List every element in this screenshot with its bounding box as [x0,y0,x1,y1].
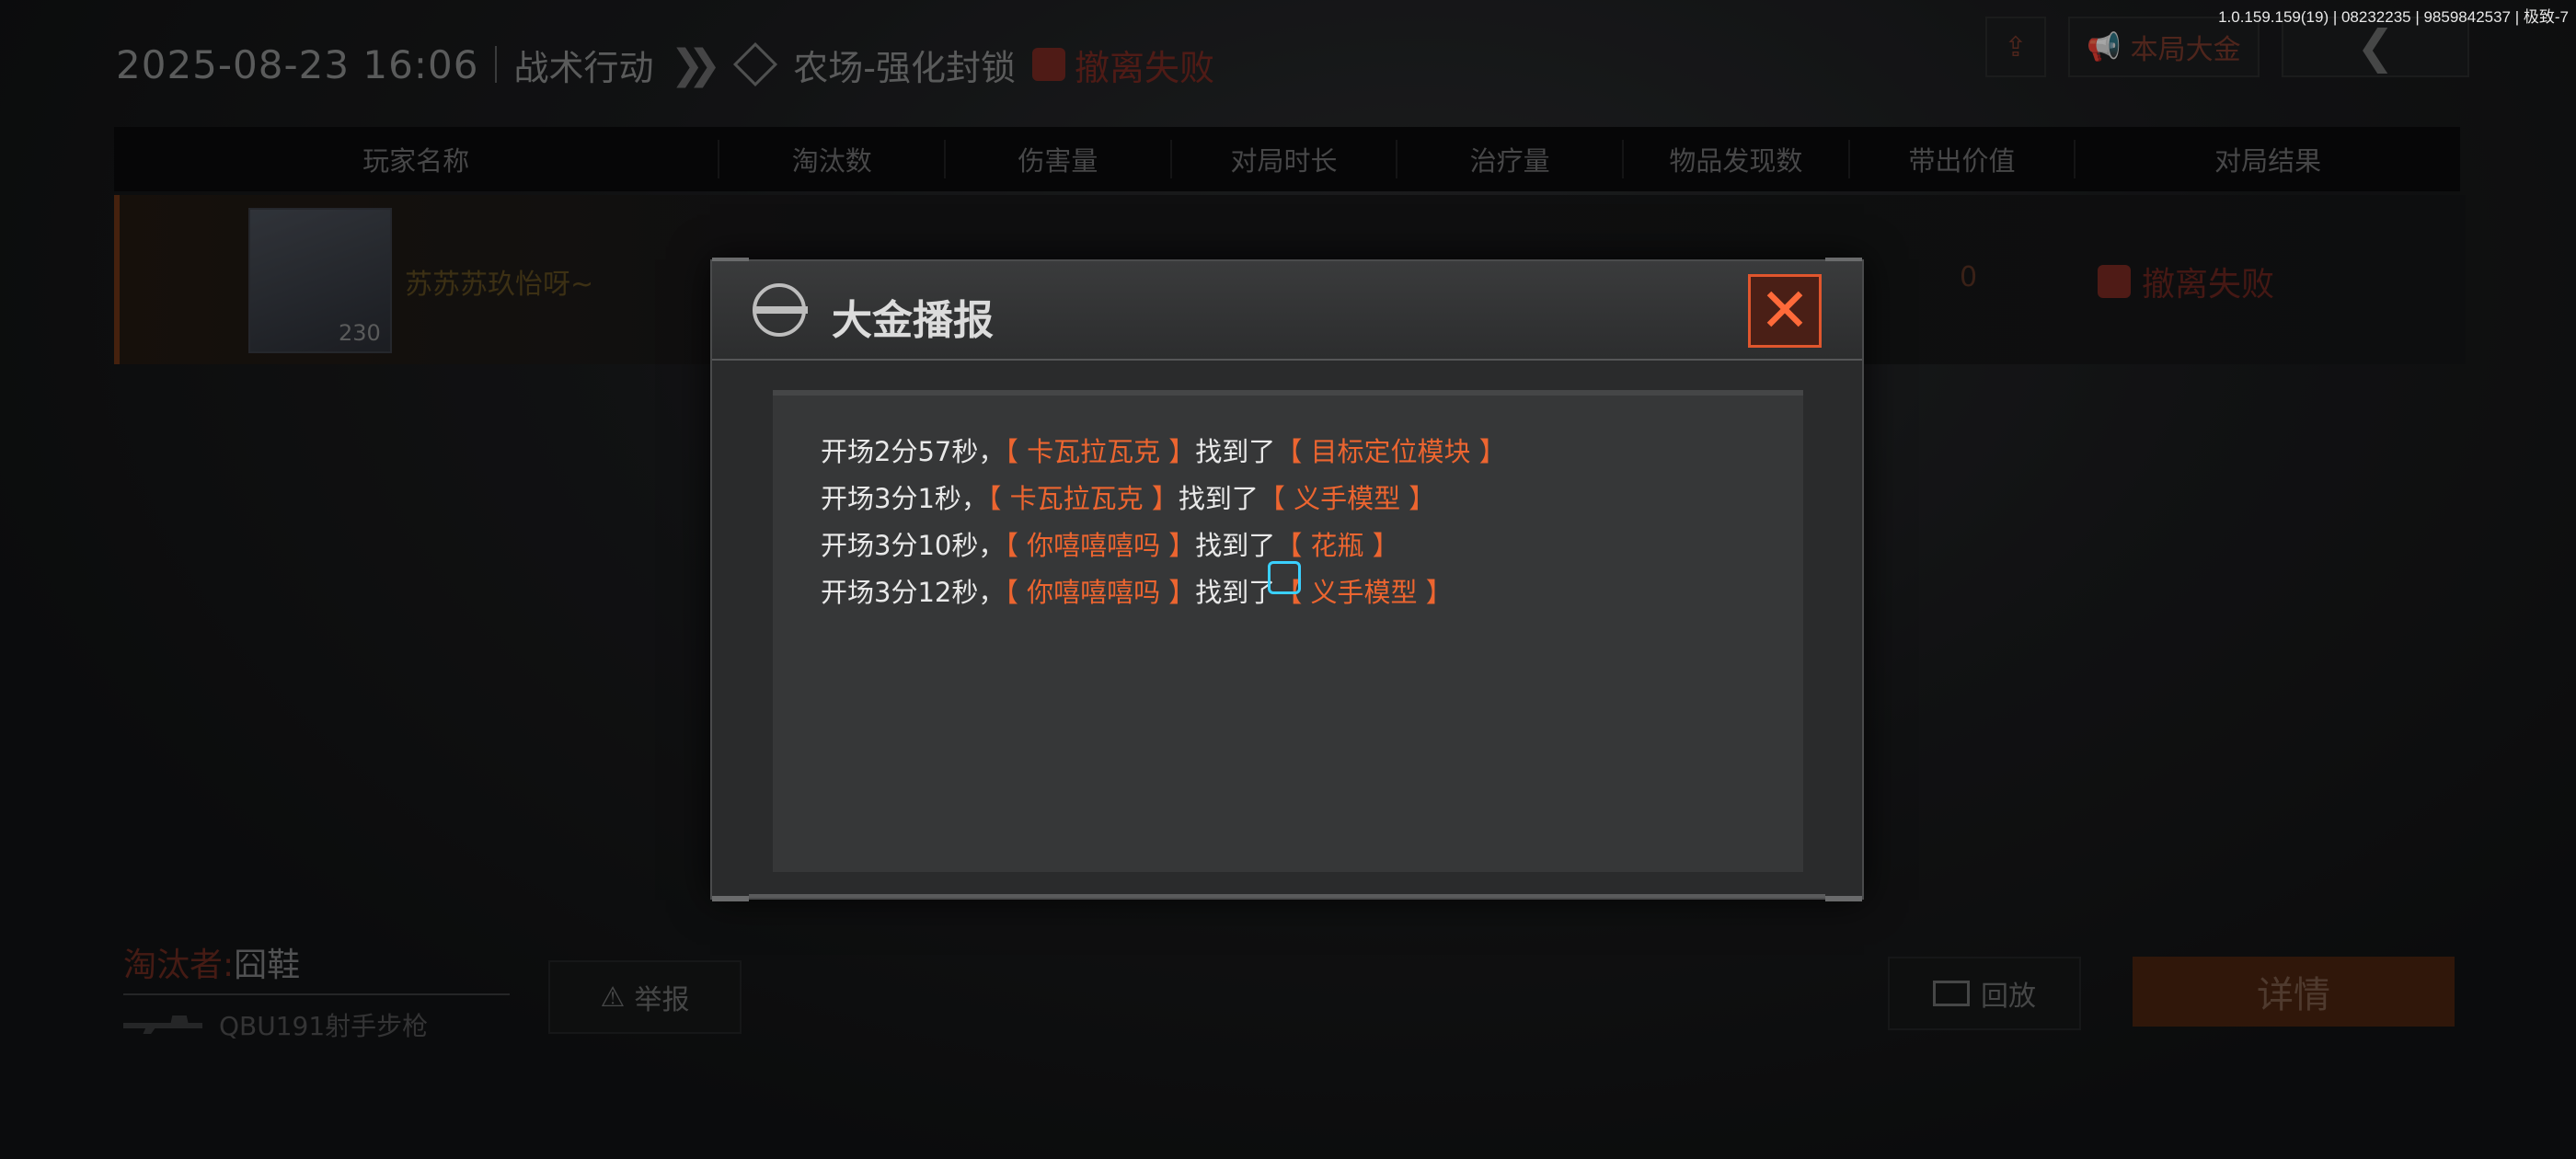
entry-time: 开场3分1秒， [821,483,988,514]
entry-player: 【 卡瓦拉瓦克 】 [987,483,1179,514]
modal-title: 大金播报 [832,297,994,344]
modal-bottom-bar [749,894,1825,898]
list-item: 开场3分1秒，【 卡瓦拉瓦克 】找到了【 义手模型 】 [821,476,1755,522]
list-item: 开场2分57秒，【 卡瓦拉瓦克 】找到了【 目标定位模块 】 [821,429,1755,476]
entry-item: 【 花瓶 】 [1275,530,1399,561]
globe-icon [753,283,808,337]
close-button[interactable]: ✕ [1748,274,1822,348]
entry-player: 【 你嘻嘻嘻吗 】 [1005,577,1196,608]
corner-decoration [712,896,749,901]
version-info: 1.0.159.159(19) | 08232235 | 9859842537 … [2218,8,2569,26]
cursor-icon [1268,561,1301,594]
entry-item: 【 义手模型 】 [1258,483,1436,514]
entry-time: 开场3分12秒， [821,577,1006,608]
entry-verb: 找到了 [1195,530,1276,561]
entry-verb: 找到了 [1195,577,1276,608]
corner-decoration [1825,896,1862,901]
entry-item: 【 义手模型 】 [1275,577,1453,608]
entry-verb: 找到了 [1195,436,1276,467]
entry-player: 【 你嘻嘻嘻吗 】 [1005,530,1196,561]
modal-header: 大金播报 ✕ [712,261,1862,361]
entry-verb: 找到了 [1178,483,1259,514]
close-icon: ✕ [1759,275,1811,346]
entry-time: 开场2分57秒， [821,436,1006,467]
entry-item: 【 目标定位模块 】 [1275,436,1506,467]
entry-player: 【 卡瓦拉瓦克 】 [1005,436,1196,467]
entry-time: 开场3分10秒， [821,530,1006,561]
broadcast-list: 开场2分57秒，【 卡瓦拉瓦克 】找到了【 目标定位模块 】 开场3分1秒，【 … [773,390,1803,872]
